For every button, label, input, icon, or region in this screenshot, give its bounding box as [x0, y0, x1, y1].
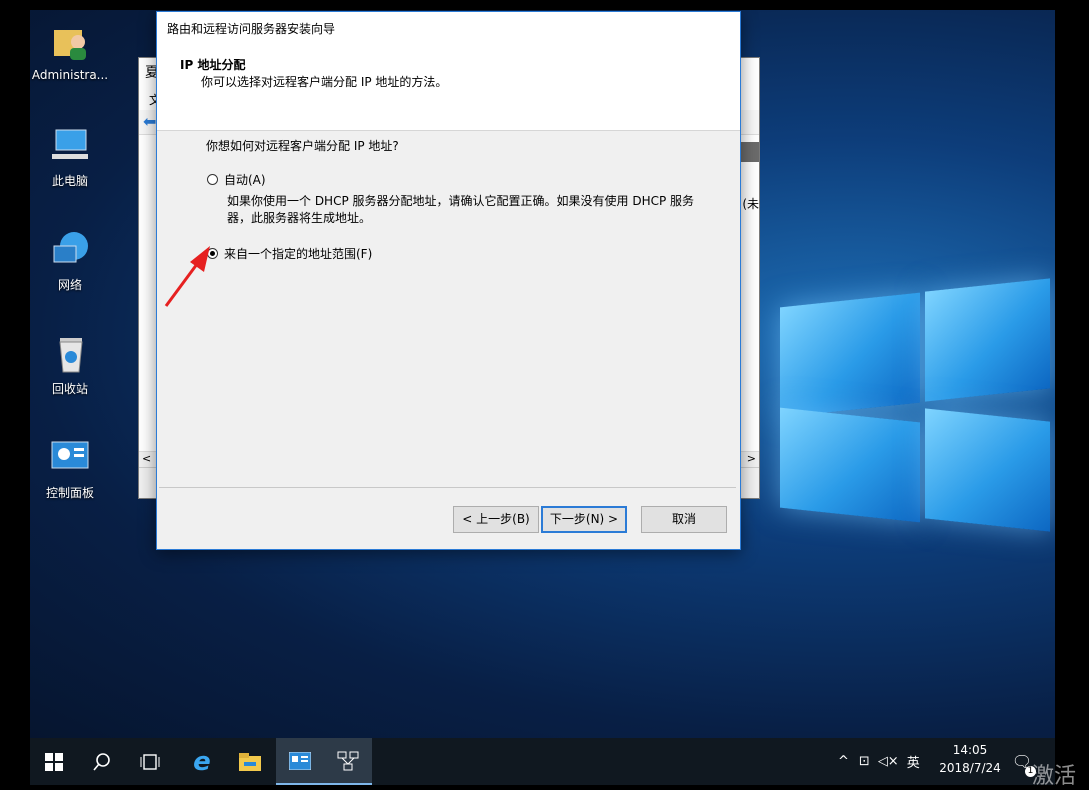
taskbar-internet-explorer[interactable]: e: [178, 738, 226, 785]
auto-option-description: 如果你使用一个 DHCP 服务器分配地址，请确认它配置正确。如果没有使用 DHC…: [227, 194, 695, 225]
wizard-title: 路由和远程访问服务器安装向导: [167, 22, 336, 36]
task-view-icon: [140, 753, 160, 770]
system-tray: ^ ⊡ ◁× 英: [838, 738, 928, 785]
start-button[interactable]: [30, 738, 78, 785]
activation-watermark: 激活: [1032, 764, 1077, 789]
footer-divider: [159, 487, 736, 488]
server-manager-icon: [289, 751, 311, 770]
red-arrow-annotation-icon: [164, 246, 210, 307]
windows-logo-wallpaper: [750, 270, 1050, 532]
windows-start-icon: [45, 752, 63, 771]
clock-date: 2018/7/24: [939, 761, 1001, 775]
network-globe-icon: [48, 228, 92, 272]
desktop-icon-network[interactable]: 网络: [30, 228, 110, 293]
back-arrow-icon[interactable]: ⬅: [143, 112, 156, 131]
file-explorer-icon: [239, 752, 261, 771]
taskbar-file-explorer[interactable]: [226, 738, 274, 785]
recycle-bin-icon: [48, 332, 92, 376]
desktop-icon-label: 控制面板: [45, 486, 94, 500]
header-title: IP 地址分配: [180, 58, 246, 72]
computer-icon: [48, 124, 92, 168]
user-folder-icon: [48, 20, 92, 64]
search-button[interactable]: [78, 738, 126, 785]
next-button[interactable]: 下一步(N) >: [541, 506, 627, 533]
back-button[interactable]: < 上一步(B): [453, 506, 539, 533]
volume-muted-icon[interactable]: ◁×: [878, 754, 899, 769]
network-routing-icon: [337, 751, 359, 770]
header-subtitle: 你可以选择对远程客户端分配 IP 地址的方法。: [201, 75, 448, 89]
desktop-icon-recycle-bin[interactable]: 回收站: [30, 332, 110, 397]
desktop-icon-label: 回收站: [51, 382, 88, 396]
desktop-icon-label: 网络: [57, 278, 82, 292]
radio-option-range-label: 来自一个指定的地址范围(F): [224, 247, 373, 261]
control-panel-icon: [48, 436, 92, 480]
scroll-right-icon[interactable]: >: [747, 452, 756, 465]
wizard-header: IP 地址分配 你可以选择对远程客户端分配 IP 地址的方法。: [157, 42, 740, 131]
network-warning-icon[interactable]: ⊡: [859, 754, 870, 769]
wizard-titlebar[interactable]: 路由和远程访问服务器安装向导: [157, 12, 740, 42]
radio-option-auto[interactable]: 自动(A): [207, 171, 266, 188]
radio-option-address-range[interactable]: 来自一个指定的地址范围(F): [207, 245, 372, 262]
scroll-left-icon[interactable]: <: [142, 452, 151, 465]
show-hidden-icons-chevron-icon[interactable]: ^: [838, 754, 849, 769]
clock-time: 14:05: [952, 743, 988, 757]
desktop-icon-label: 此电脑: [51, 174, 88, 188]
radio-button-auto[interactable]: [207, 174, 218, 185]
input-language-indicator[interactable]: 英: [907, 752, 920, 771]
taskbar-server-manager[interactable]: [276, 738, 324, 785]
taskbar-clock[interactable]: 14:05 2018/7/24: [930, 741, 1010, 777]
column-header-fragment: [741, 142, 759, 162]
internet-explorer-icon: e: [193, 746, 211, 777]
question-label: 你想如何对远程客户端分配 IP 地址?: [206, 139, 399, 153]
radio-option-auto-label: 自动(A): [224, 173, 266, 187]
desktop-icon-label: Administra...: [31, 68, 109, 82]
desktop-icon-control-panel[interactable]: 控制面板: [30, 436, 110, 501]
taskbar: e ^ ⊡ ◁× 英 14:05 2018/7/24 🗨 1: [30, 738, 1055, 785]
desktop-icon-administrator[interactable]: Administra...: [30, 20, 110, 82]
taskbar-routing-remote-access[interactable]: [324, 738, 372, 785]
task-view-button[interactable]: [126, 738, 174, 785]
cancel-button[interactable]: 取消: [641, 506, 727, 533]
setup-wizard-dialog: 路由和远程访问服务器安装向导 IP 地址分配 你可以选择对远程客户端分配 IP …: [156, 11, 741, 550]
search-icon: [93, 752, 110, 771]
desktop-icon-this-pc[interactable]: 此电脑: [30, 124, 110, 189]
